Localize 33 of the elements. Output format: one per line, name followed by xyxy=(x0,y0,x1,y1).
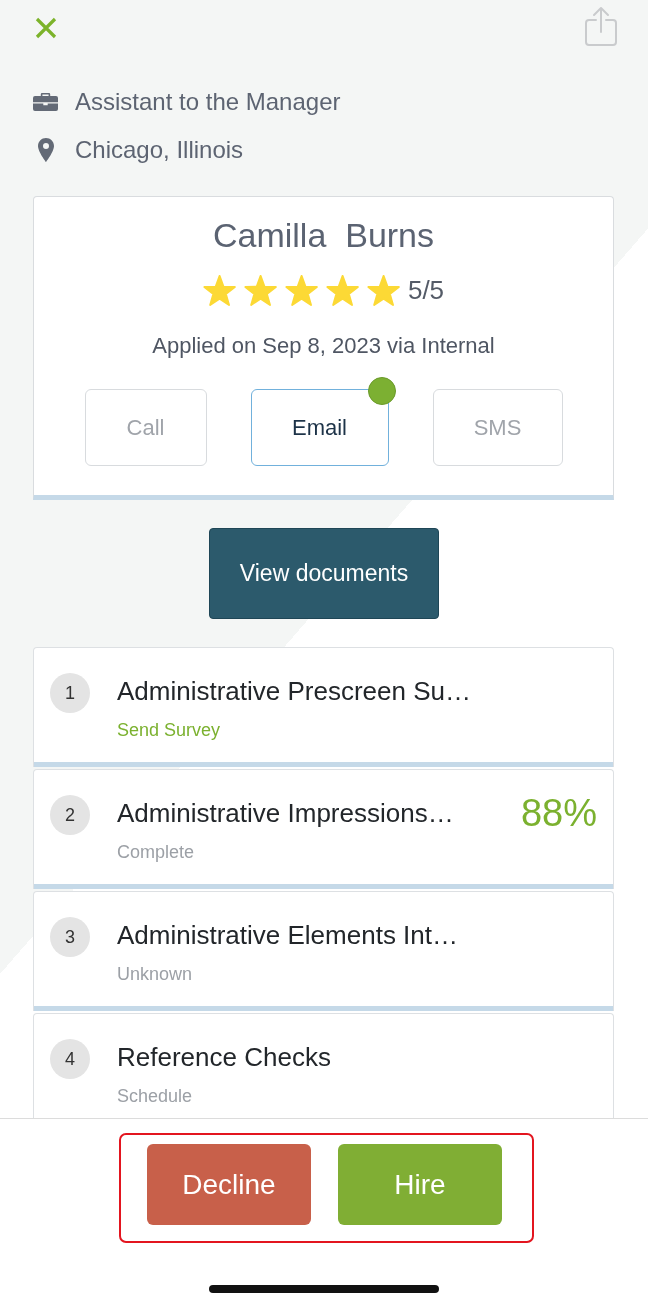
applied-date: Applied on Sep 8, 2023 via Internal xyxy=(152,332,495,360)
step-number: 4 xyxy=(50,1039,90,1079)
contact-button[interactable]: Email xyxy=(250,389,389,466)
share-icon[interactable] xyxy=(585,6,617,46)
star-icon xyxy=(366,274,400,306)
step-title: Administrative Impressions… xyxy=(117,797,454,830)
step-number: 1 xyxy=(50,673,90,713)
step-card[interactable]: 4 Reference Checks Schedule xyxy=(33,1013,614,1118)
step-status: Complete xyxy=(117,841,195,864)
candidate-name: Camilla Burns xyxy=(212,215,435,255)
step-title: Reference Checks xyxy=(117,1041,331,1074)
step-number: 3 xyxy=(50,917,90,957)
view-documents-button[interactable]: View documents xyxy=(209,528,439,619)
step-number: 2 xyxy=(50,795,90,835)
location-pin-icon xyxy=(37,138,54,162)
job-title: Assistant to the Manager xyxy=(75,88,341,116)
star-icon xyxy=(243,274,277,306)
step-title: Administrative Elements Int… xyxy=(117,919,458,952)
star-icon xyxy=(202,274,236,306)
step-card[interactable]: 2 Administrative Impressions… Complete 88% xyxy=(33,769,614,889)
star-icon xyxy=(284,274,318,306)
step-title: Administrative Prescreen Su… xyxy=(117,675,472,708)
decline-button[interactable]: Decline xyxy=(147,1144,311,1225)
step-status: Schedule xyxy=(117,1085,193,1108)
rating-text: 5/5 xyxy=(407,274,445,306)
job-location: Chicago, Illinois xyxy=(75,136,244,164)
close-icon[interactable] xyxy=(35,17,57,39)
step-status: Unknown xyxy=(117,963,193,986)
briefcase-icon xyxy=(33,93,58,111)
step-card[interactable]: 1 Administrative Prescreen Su… Send Survey xyxy=(33,647,614,767)
star-icon xyxy=(325,274,359,306)
step-card[interactable]: 3 Administrative Elements Int… Unknown xyxy=(33,891,614,1011)
step-score: 88% xyxy=(520,795,597,831)
